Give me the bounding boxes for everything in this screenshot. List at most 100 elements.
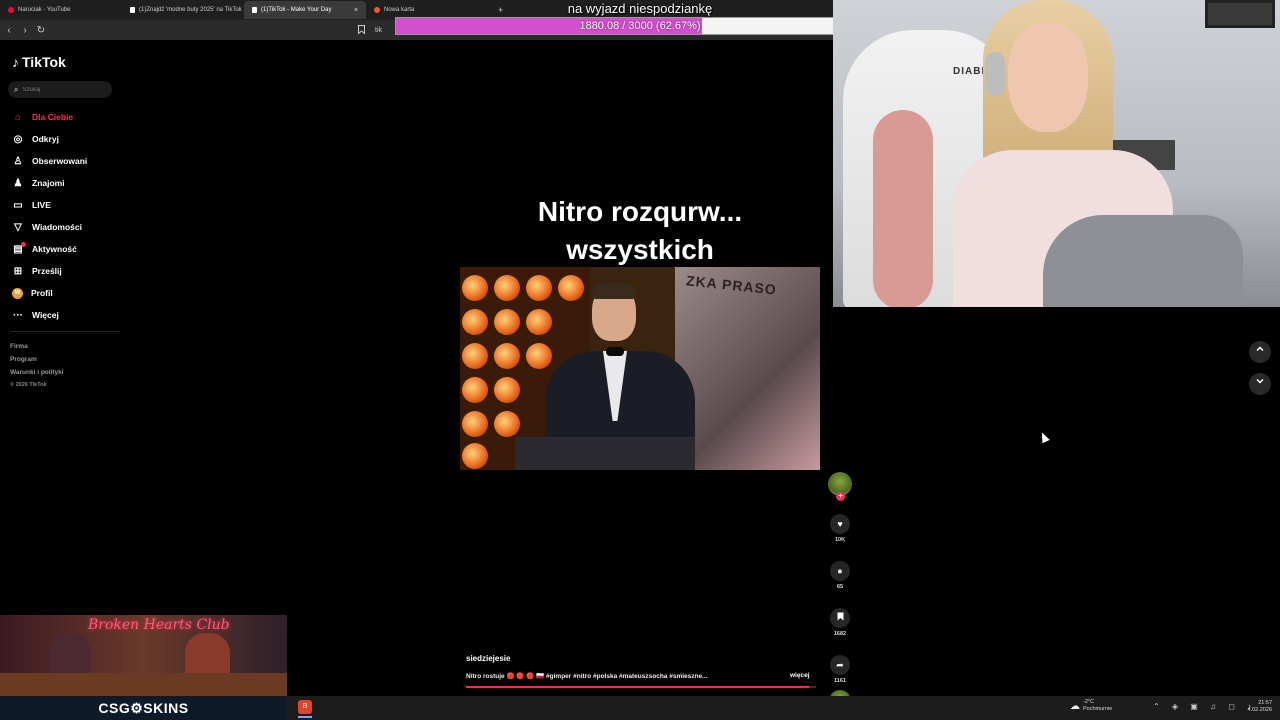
reload-button[interactable]: ↻ bbox=[34, 25, 48, 36]
tiktok-favicon-icon bbox=[252, 7, 257, 13]
sidebar-footer: Firma Program Warunki i polityki © 2026 … bbox=[10, 340, 64, 392]
clock-date: 4.02.2026 bbox=[1247, 707, 1272, 713]
stage-light bbox=[462, 275, 488, 301]
speaker-hair bbox=[592, 283, 636, 299]
video-progress-bar[interactable] bbox=[466, 686, 816, 688]
share-button[interactable]: ➦ bbox=[830, 655, 850, 675]
tiktok-logo[interactable]: ♪ TikTok bbox=[12, 54, 66, 70]
active-app-indicator bbox=[298, 716, 312, 718]
sidebar-item-label: LIVE bbox=[32, 200, 51, 210]
footer-link-program[interactable]: Program bbox=[10, 353, 64, 366]
friends-icon: ♟ bbox=[13, 177, 23, 189]
headphones-icon bbox=[985, 52, 1005, 96]
close-tab-icon[interactable]: × bbox=[354, 7, 358, 14]
browser-tab-active[interactable]: (1)TikTok - Make Your Day × bbox=[244, 1, 366, 19]
tab-title: Nowa karta bbox=[384, 7, 415, 13]
wall-picture bbox=[1205, 0, 1275, 28]
chevron-up-icon bbox=[1255, 346, 1265, 357]
activity-icon: ▤ bbox=[13, 241, 26, 255]
sponsor-banner: CSG⚙SKINS bbox=[0, 696, 287, 720]
stage-light bbox=[494, 343, 520, 369]
system-tray-icons[interactable]: ⌃ ◈ ▣ ♫ ◻ ♪ bbox=[1153, 702, 1256, 711]
footer-link-terms[interactable]: Warunki i polityki bbox=[10, 366, 64, 379]
compass-icon: ◎ bbox=[13, 133, 23, 145]
video-player[interactable]: ZKA PRASO bbox=[460, 267, 820, 470]
next-video-button[interactable] bbox=[1249, 373, 1271, 395]
tab-title: (1)Znajdź 'modne buty 2025' na TikTok bbox=[139, 7, 242, 13]
stage-light bbox=[494, 309, 520, 335]
caption-more-button[interactable]: więcej bbox=[790, 672, 810, 679]
sidebar-item-odkryj[interactable]: ◎ Odkryj bbox=[12, 128, 122, 150]
share-count: 1161 bbox=[834, 678, 846, 684]
lectern bbox=[515, 437, 695, 470]
search-box[interactable]: ⌕ bbox=[8, 81, 112, 98]
cloud-icon: ☁ bbox=[1070, 700, 1080, 712]
video-progress-fill bbox=[466, 686, 809, 688]
save-count: 1682 bbox=[833, 631, 847, 637]
sidebar-item-aktywnosc[interactable]: ▤ Aktywność bbox=[12, 238, 122, 260]
profile-icon: W bbox=[12, 287, 23, 299]
sidebar-item-wiecej[interactable]: ··· Więcej bbox=[12, 304, 122, 326]
youtube-favicon-icon bbox=[8, 7, 14, 13]
sidebar-item-label: Dla Ciebie bbox=[32, 112, 74, 122]
stage-light bbox=[462, 377, 488, 403]
brave-favicon-icon bbox=[374, 7, 380, 13]
windows-taskbar bbox=[287, 696, 1280, 720]
home-icon: ⌂ bbox=[14, 111, 22, 123]
footer-link-firma[interactable]: Firma bbox=[10, 340, 64, 353]
tab-title: (1)TikTok - Make Your Day bbox=[261, 7, 332, 13]
tiktok-favicon-icon bbox=[130, 7, 135, 13]
browser-tab[interactable]: Naruciak - YouTube bbox=[0, 1, 122, 19]
heart-icon: ♥ bbox=[837, 519, 843, 529]
sidebar-item-znajomi[interactable]: ♟ Znajomi bbox=[12, 172, 122, 194]
webcam-overlay: DIABLO bbox=[833, 0, 1280, 307]
search-input[interactable] bbox=[22, 86, 103, 93]
search-icon: ⌕ bbox=[14, 84, 19, 94]
stage-light bbox=[494, 377, 520, 403]
video-caption: Nitro rostuje 🔴 🔴 🔴 🇵🇱 #gimper #nitro #p… bbox=[466, 673, 708, 680]
bookmark-icon[interactable] bbox=[358, 24, 365, 36]
messages-icon: ▽ bbox=[14, 221, 22, 233]
comment-button[interactable]: ● bbox=[830, 561, 850, 581]
sidebar-item-live[interactable]: ▭ LIVE bbox=[12, 194, 122, 216]
follow-button[interactable]: + bbox=[836, 492, 845, 501]
copyright-text: © 2026 TikTok bbox=[10, 382, 47, 388]
more-icon: ··· bbox=[13, 309, 23, 321]
weather-widget[interactable]: ☁ -2°C Pochmurnie bbox=[1070, 699, 1112, 713]
donation-goal-title: na wyjazd niespodziankę bbox=[567, 1, 713, 16]
back-button[interactable]: ‹ bbox=[2, 25, 16, 36]
sidebar-item-label: Więcej bbox=[32, 310, 59, 320]
sidebar-item-wiadomosci[interactable]: ▽ Wiadomości bbox=[12, 216, 122, 238]
stage-backdrop bbox=[675, 267, 820, 470]
save-button[interactable] bbox=[830, 608, 850, 628]
donation-goal-text: 1880.08 / 3000 (62.67%) bbox=[579, 20, 701, 32]
streamer-face bbox=[1008, 22, 1088, 132]
like-button[interactable]: ♥ bbox=[830, 514, 850, 534]
stage-light bbox=[462, 443, 488, 469]
comment-count: 65 bbox=[836, 584, 844, 590]
video-author[interactable]: siedziejesie bbox=[466, 654, 510, 663]
sidebar-nav: ⌂ Dla Ciebie ◎ Odkryj ♙ Obserwowani ♟ Zn… bbox=[12, 106, 122, 326]
previous-video-button[interactable] bbox=[1249, 341, 1271, 363]
sidebar-item-przeslij[interactable]: ⊞ Prześlij bbox=[12, 260, 122, 282]
taskbar-clock[interactable]: 21:57 4.02.2026 bbox=[1242, 700, 1272, 714]
bookmark-icon bbox=[837, 612, 844, 623]
live-icon: ▭ bbox=[13, 199, 23, 211]
sidebar-item-label: Znajomi bbox=[32, 178, 65, 188]
forward-button[interactable]: › bbox=[18, 25, 32, 36]
sidebar-item-profil[interactable]: W Profil bbox=[12, 282, 122, 304]
tiktok-note-icon: ♪ bbox=[12, 54, 19, 70]
tab-title: Naruciak - YouTube bbox=[18, 7, 71, 13]
promo-animation: Broken Hearts Club bbox=[0, 615, 287, 696]
upload-icon: ⊞ bbox=[13, 265, 23, 277]
author-avatar[interactable]: + bbox=[828, 472, 852, 501]
sidebar-item-label: Prześlij bbox=[32, 266, 62, 276]
stage-light bbox=[462, 343, 488, 369]
sidebar-item-dla-ciebie[interactable]: ⌂ Dla Ciebie bbox=[12, 106, 122, 128]
browser-tab[interactable]: (1)Znajdź 'modne buty 2025' na TikTok bbox=[122, 1, 244, 19]
sidebar-item-obserwowani[interactable]: ♙ Obserwowani bbox=[12, 150, 122, 172]
address-bar[interactable]: tik bbox=[375, 27, 382, 34]
brave-browser-icon[interactable]: B bbox=[298, 700, 312, 714]
stage-light bbox=[494, 275, 520, 301]
sidebar-divider bbox=[10, 331, 120, 332]
